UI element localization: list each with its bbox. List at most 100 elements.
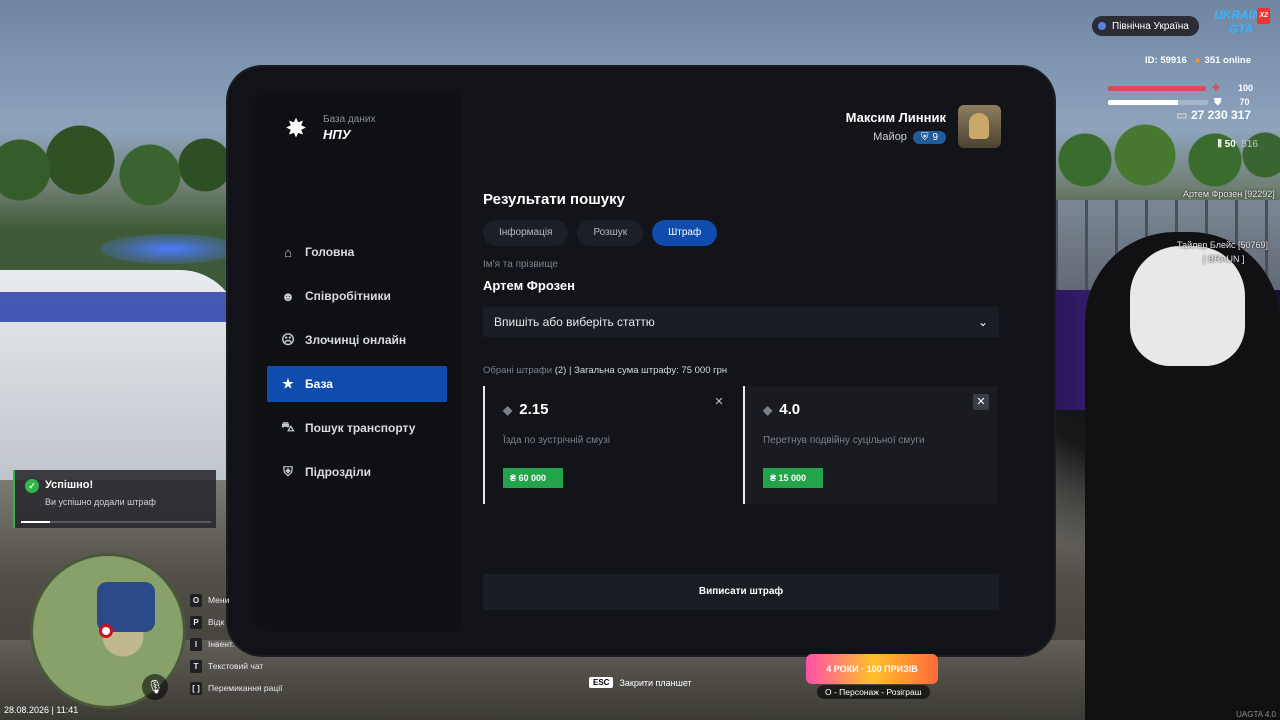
article-select[interactable]: Впишіть або виберіть статтю ⌄ <box>483 307 999 337</box>
sidebar-item-staff[interactable]: ☻ Співробітники <box>267 278 447 314</box>
sidebar-item-label: Співробітники <box>305 289 391 303</box>
fine-cards: ✕ ◆ 2.15 Їзда по зустрічній смузі ₴ 60 00… <box>483 386 997 504</box>
article-select-text: Впишіть або виберіть статтю <box>494 315 655 329</box>
key-label: Відк <box>208 617 225 627</box>
fine-description: Перетнув подвійну суцільної смуги <box>763 435 925 446</box>
armor-bar <box>1108 99 1208 105</box>
fine-code-value: 2.15 <box>519 401 549 418</box>
notification-progress <box>21 521 211 523</box>
player-tag: Артем Фрозен [92292] <box>1183 189 1275 199</box>
bg-character-mask <box>1130 246 1245 366</box>
key-cap: I <box>190 637 202 651</box>
fine-amount: ₴ 60 000 <box>503 468 563 488</box>
name-label: Ім'я та прізвище <box>483 259 558 270</box>
fine-code: ◆ 2.15 <box>503 401 548 418</box>
sidebar-item-label: Підрозділи <box>305 465 371 479</box>
sidebar-item-criminals[interactable]: ☹ Злочинці онлайн <box>267 322 447 358</box>
criminal-icon: ☹ <box>281 332 295 347</box>
issue-fine-button[interactable]: Виписати штраф <box>483 574 999 610</box>
sidebar-nav: ⌂ Головна ☻ Співробітники ☹ Злочинці онлайн… <box>267 234 447 498</box>
key-cap: T <box>190 659 202 673</box>
ammo: ⦀ 50 516 <box>1217 139 1258 150</box>
home-icon: ⌂ <box>284 244 292 260</box>
sidebar-item-home[interactable]: ⌂ Головна <box>267 234 447 270</box>
sidebar-item-database[interactable]: ★ База <box>267 366 447 402</box>
key-label: Інвент. <box>208 639 235 649</box>
player-tag: Тайлер Блейс [50769] <box>1177 240 1269 250</box>
promo-banner[interactable]: 4 РОКИ · 100 ПРИЗІВ <box>806 654 938 684</box>
tab-wanted[interactable]: Розшук <box>577 220 644 246</box>
summary-total: | Загальна сума штрафу: 75 000 грн <box>568 365 728 376</box>
sidebar-item-label: База <box>305 377 333 391</box>
sidebar-item-label: Пошук транспорту <box>305 421 416 435</box>
staff-icon: ☻ <box>281 288 295 304</box>
success-notification: ✓ Успішно! Ви успішно додали штраф <box>13 470 216 528</box>
armor-icon: ⛊ <box>1214 96 1222 108</box>
sidebar-item-label: Головна <box>305 245 355 259</box>
player-marker-icon: . <box>99 624 113 638</box>
police-car-stripe <box>0 292 240 322</box>
money-value: 27 230 317 <box>1190 108 1251 122</box>
close-icon[interactable]: ✕ <box>973 394 989 410</box>
notification-message: Ви успішно додали штраф <box>45 497 156 507</box>
fine-code-value: 4.0 <box>779 401 801 418</box>
armor-value: 70 <box>1239 97 1250 107</box>
sidebar-item-label: Злочинці онлайн <box>305 333 407 347</box>
money: ▭ 27 230 317 <box>1176 108 1251 122</box>
online-count: 351 online <box>1204 55 1251 66</box>
player-id: ID: 59916 <box>1145 55 1187 66</box>
game-logo: UKRAINE GTA X2 <box>1214 8 1270 36</box>
esc-label: Закрити планшет <box>619 677 692 688</box>
key-label: Мени <box>208 595 230 605</box>
sidebar: ✸ База даних НПУ ⌂ Головна ☻ Співробітники… <box>251 91 461 631</box>
region-badge: Північна Україна <box>1092 16 1199 36</box>
star-icon: ★ <box>282 376 294 391</box>
brand: ✸ База даних НПУ <box>281 113 375 143</box>
key-hints: O Мени P Відк I Інвент. T Текстовий чат [ ] П… <box>190 589 282 699</box>
tag-icon: ◆ <box>763 402 773 417</box>
summary-label: Обрані штрафи <box>483 365 553 376</box>
shield-icon: ⛨ <box>283 464 293 479</box>
notification-title: Успішно! <box>45 479 94 491</box>
car-icon: ⛍ <box>281 419 295 434</box>
police-star-icon: ✸ <box>285 113 307 143</box>
region-icon <box>1098 22 1106 30</box>
check-icon: ✓ <box>25 479 39 493</box>
tab-fine[interactable]: Штраф <box>652 220 718 246</box>
logo-badge: X2 <box>1257 8 1270 24</box>
close-icon[interactable]: ✕ <box>711 394 727 410</box>
key-cap: O <box>190 593 202 607</box>
close-tablet-hint: ESC Закрити планшет <box>589 677 692 688</box>
sidebar-item-units[interactable]: ⛨ Підрозділи <box>267 454 447 490</box>
bg-trees <box>1055 120 1280 190</box>
ammo-total: 516 <box>1241 139 1258 150</box>
fine-description: Їзда по зустрічній смузі <box>503 435 610 446</box>
region-label: Північна Україна <box>1112 20 1189 32</box>
esc-key: ESC <box>589 677 614 688</box>
police-light <box>100 234 240 264</box>
fine-amount: ₴ 15 000 <box>763 468 823 488</box>
summary-count: (2) <box>554 365 567 376</box>
main-content: Результати пошуку Інформація Розшук Штра… <box>483 91 999 631</box>
tab-info[interactable]: Інформація <box>483 220 569 246</box>
tag-icon: ◆ <box>503 402 513 417</box>
sidebar-item-vehicle-search[interactable]: ⛍ Пошук транспорту <box>267 410 447 446</box>
online-icon: ● <box>1194 55 1201 66</box>
brand-subtitle: База даних <box>323 114 376 125</box>
fine-summary: Обрані штрафи (2) | Загальна сума штрафу… <box>483 365 727 376</box>
datetime: 28.08.2026 | 11:41 <box>4 705 79 715</box>
health-value: 100 <box>1237 83 1253 93</box>
tabs: Інформація Розшук Штраф <box>483 220 718 246</box>
promo-label: O - Персонаж - Розіграш <box>817 685 930 699</box>
version-label: UAGTA 4.0 <box>1236 710 1276 719</box>
key-cap: [ ] <box>190 681 202 695</box>
ammo-value: 50 <box>1224 139 1236 150</box>
tablet-screen: ✸ База даних НПУ ⌂ Головна ☻ Співробітники… <box>251 91 1029 631</box>
brand-title: НПУ <box>323 127 351 142</box>
name-value: Артем Фрозен <box>483 278 575 293</box>
bg-trees <box>0 120 230 210</box>
key-label: Перемикання рації <box>208 683 283 693</box>
chevron-down-icon: ⌄ <box>977 315 988 329</box>
server-stats: ID: 59916 ● 351 online <box>1145 55 1251 66</box>
microphone-icon: 🎙 <box>142 674 168 700</box>
